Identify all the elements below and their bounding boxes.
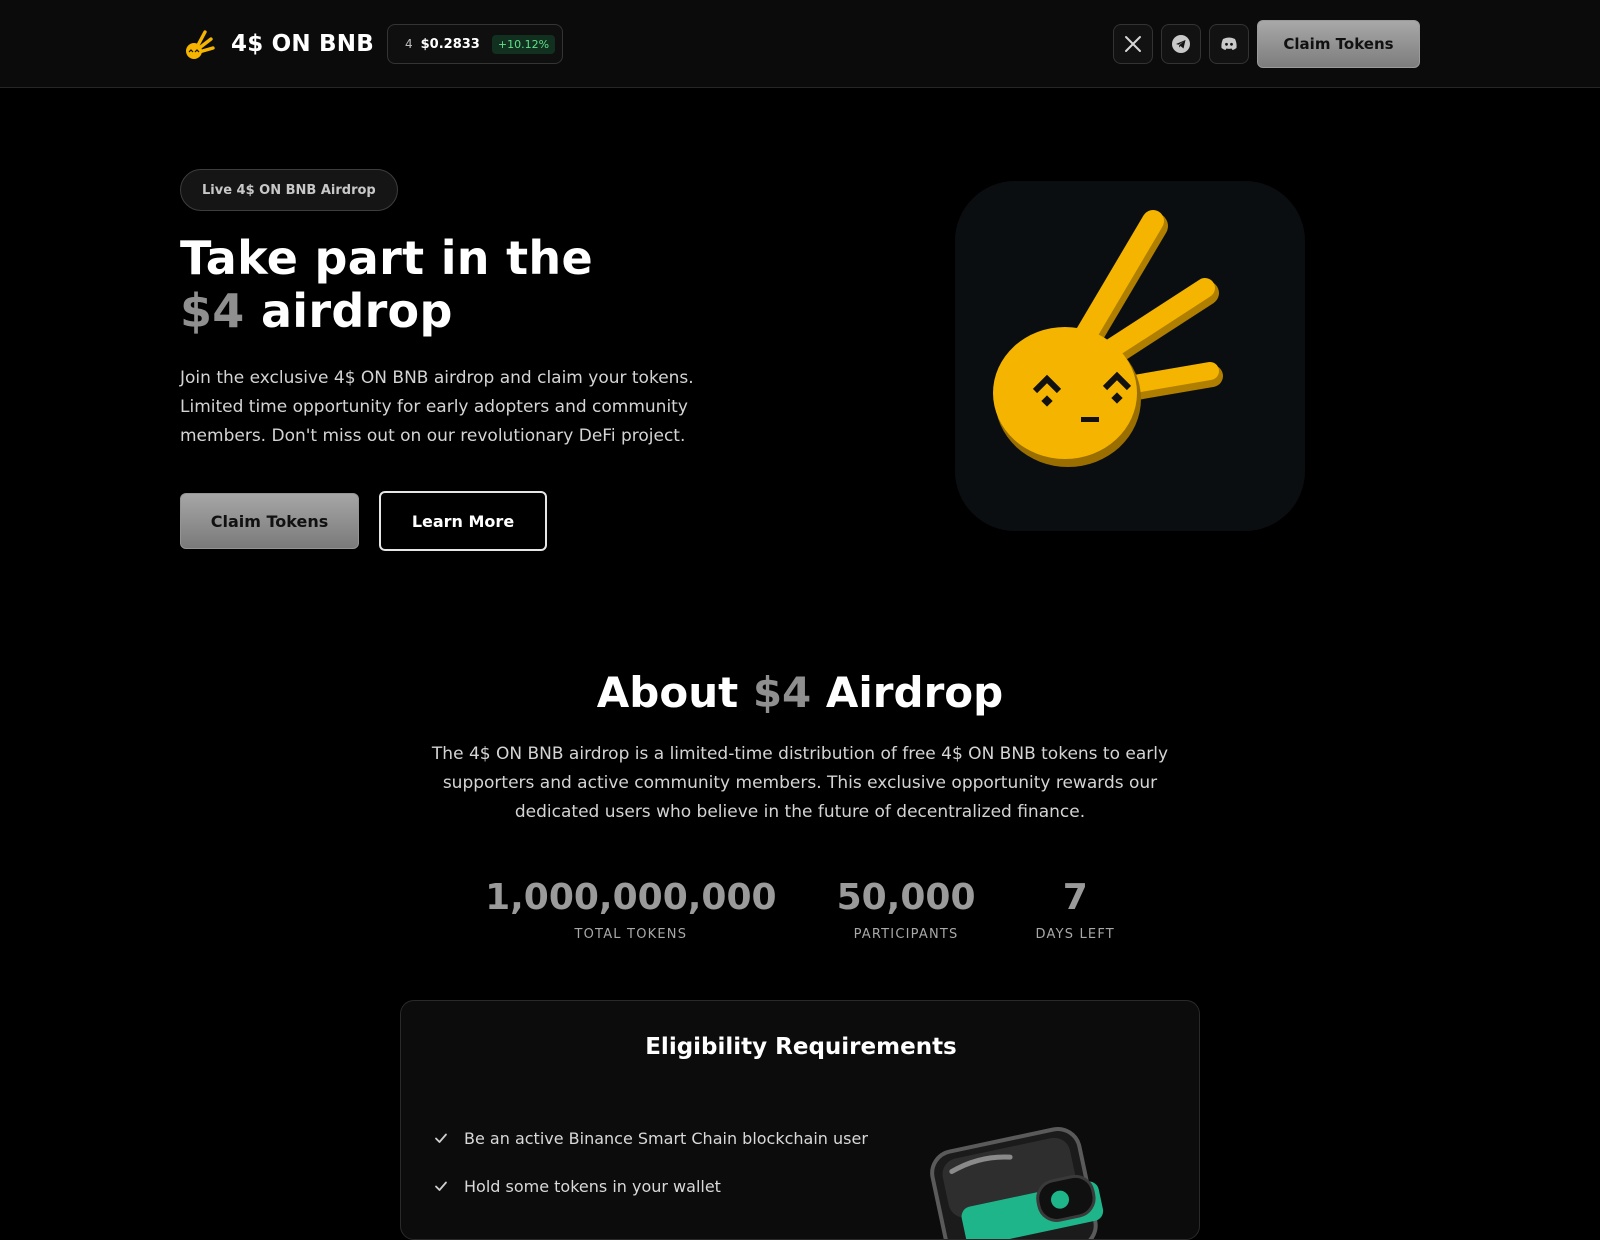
wallet-graphic — [921, 1119, 1111, 1239]
stat-total-tokens: 1,000,000,000 TOTAL TOKENS — [485, 875, 777, 942]
discord-icon — [1221, 37, 1237, 50]
telegram-button[interactable] — [1161, 24, 1201, 64]
hero-title-line1: Take part in the — [180, 231, 593, 285]
about-title-prefix: About — [596, 668, 739, 717]
ticker-price: $0.2833 — [420, 36, 480, 52]
list-item: Hold some tokens in your wallet — [434, 1176, 868, 1196]
check-icon — [435, 1133, 447, 1143]
stat-label: DAYS LEFT — [1035, 927, 1115, 942]
hero-claim-tokens-button[interactable]: Claim Tokens — [180, 493, 359, 549]
telegram-icon — [1172, 35, 1190, 53]
top-navbar: 4$ ON BNB 4 $0.2833 +10.12% Claim Tokens — [0, 0, 1600, 88]
eligibility-item-text: Hold some tokens in your wallet — [464, 1176, 721, 1196]
x-button[interactable] — [1113, 24, 1153, 64]
list-item: Be an active Binance Smart Chain blockch… — [434, 1128, 868, 1148]
wallet-icon — [930, 1127, 1104, 1239]
brand[interactable]: 4$ ON BNB — [183, 24, 374, 64]
hero-title: Take part in the $4 airdrop — [180, 232, 593, 338]
eligibility-title: Eligibility Requirements — [645, 1034, 957, 1060]
about-description: The 4$ ON BNB airdrop is a limited-time … — [431, 744, 1169, 822]
eligibility-item-text: Be an active Binance Smart Chain blockch… — [464, 1128, 868, 1148]
header-claim-tokens-button[interactable]: Claim Tokens — [1257, 20, 1420, 68]
check-icon — [435, 1181, 447, 1191]
mascot-card — [955, 181, 1305, 531]
hero-title-rest: airdrop — [260, 284, 453, 338]
stat-value: 7 — [1062, 877, 1088, 918]
eligibility-list: Be an active Binance Smart Chain blockch… — [434, 1128, 868, 1224]
x-icon — [1125, 36, 1141, 52]
about-title: About $4 Airdrop — [0, 664, 1600, 722]
price-ticker: 4 $0.2833 +10.12% — [387, 24, 563, 64]
stat-participants: 50,000 PARTICIPANTS — [837, 875, 976, 942]
brand-name: 4$ ON BNB — [231, 31, 374, 57]
hand-logo-icon — [186, 30, 215, 59]
hand-mascot-icon — [993, 210, 1223, 467]
hero-description: Join the exclusive 4$ ON BNB airdrop and… — [180, 368, 694, 446]
stat-label: PARTICIPANTS — [853, 927, 959, 942]
learn-more-button[interactable]: Learn More — [379, 491, 547, 551]
stat-label: TOTAL TOKENS — [574, 927, 688, 942]
eligibility-card: Eligibility Requirements Be an active Bi… — [400, 1000, 1200, 1240]
ticker-change-badge: +10.12% — [491, 34, 556, 54]
about-title-accent: $4 — [752, 668, 812, 717]
airdrop-stats: 1,000,000,000 TOTAL TOKENS 50,000 PARTIC… — [0, 875, 1600, 942]
discord-button[interactable] — [1209, 24, 1249, 64]
live-airdrop-badge: Live 4$ ON BNB Airdrop — [180, 169, 398, 211]
stat-value: 1,000,000,000 — [485, 877, 777, 918]
about-title-suffix: Airdrop — [825, 668, 1004, 717]
ticker-symbol: 4 — [405, 37, 413, 51]
hero-title-accent: $4 — [180, 284, 245, 338]
stat-value: 50,000 — [836, 877, 976, 918]
stat-days-left: 7 DAYS LEFT — [1036, 875, 1115, 942]
